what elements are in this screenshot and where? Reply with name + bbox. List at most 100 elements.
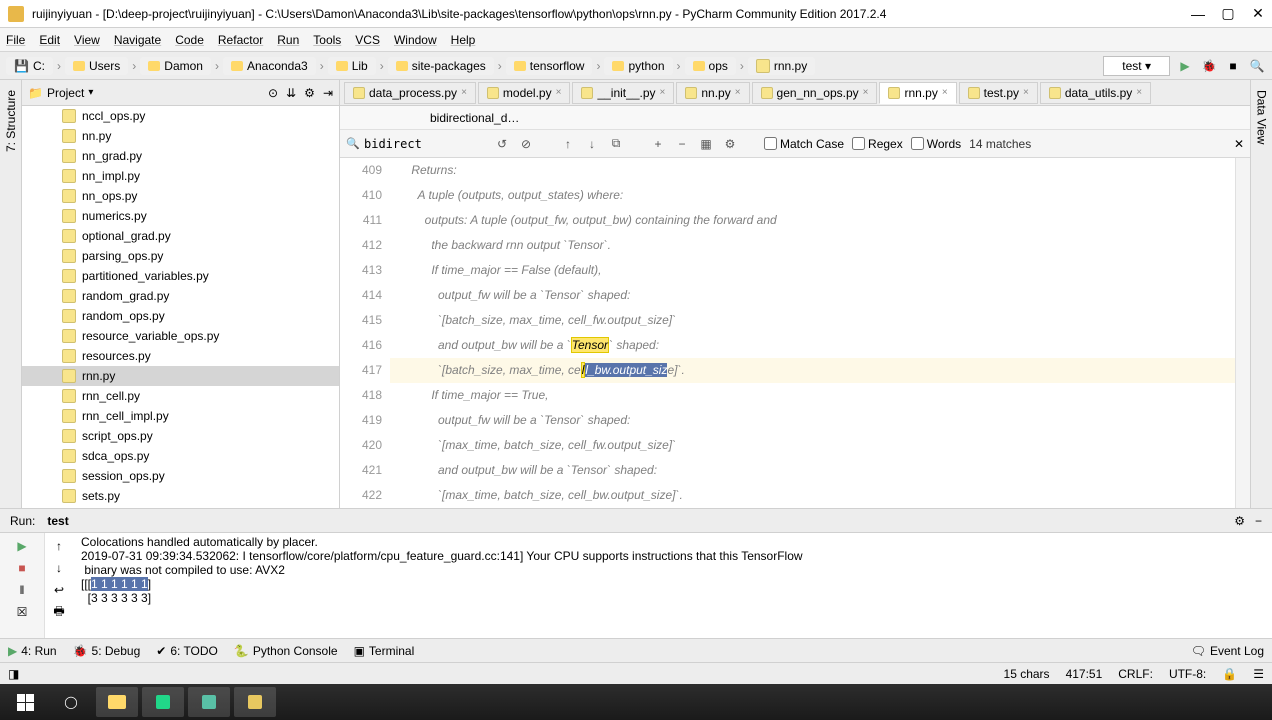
file-item[interactable]: rnn_cell.py <box>22 386 339 406</box>
tab-close-icon[interactable]: × <box>556 87 562 98</box>
file-item[interactable]: rnn_cell_impl.py <box>22 406 339 426</box>
code-line[interactable]: output_fw will be a `Tensor` shaped: <box>390 408 1235 433</box>
file-item[interactable]: partitioned_variables.py <box>22 266 339 286</box>
crumb-tf[interactable]: tensorflow <box>506 57 593 75</box>
regex-check[interactable]: Regex <box>852 137 903 151</box>
taskbar-pycharm[interactable] <box>142 687 184 717</box>
run-button[interactable]: ▶ <box>1176 57 1194 75</box>
code-scrollbar[interactable] <box>1235 158 1250 508</box>
collapse-icon[interactable]: ⇊ <box>286 86 296 100</box>
menu-code[interactable]: Code <box>175 33 204 47</box>
bottom-debug[interactable]: 🐞5: Debug <box>73 644 141 658</box>
locate-icon[interactable]: ⊙ <box>268 86 278 100</box>
tab-close-icon[interactable]: × <box>660 87 666 98</box>
editor-tab[interactable]: data_process.py× <box>344 82 476 104</box>
filter-icon[interactable]: ▦ <box>698 136 714 152</box>
crumb-python[interactable]: python <box>604 57 672 75</box>
taskbar-app3[interactable] <box>188 687 230 717</box>
stop-icon[interactable]: ■ <box>13 559 31 577</box>
soft-wrap-icon[interactable]: ↩ <box>50 581 68 599</box>
file-item[interactable]: random_grad.py <box>22 286 339 306</box>
rerun-icon[interactable]: ▶ <box>13 537 31 555</box>
menu-refactor[interactable]: Refactor <box>218 33 263 47</box>
editor-tab[interactable]: gen_nn_ops.py× <box>752 82 878 104</box>
run-gear-icon[interactable]: ⚙ <box>1234 514 1245 528</box>
crumb-users[interactable]: Users <box>65 57 128 75</box>
debug-button[interactable]: 🐞 <box>1200 57 1218 75</box>
code-line[interactable]: and output_bw will be a `Tensor` shaped: <box>390 458 1235 483</box>
code-line[interactable]: outputs: A tuple (output_fw, output_bw) … <box>390 208 1235 233</box>
settings-icon[interactable]: ⚙ <box>722 136 738 152</box>
menu-file[interactable]: File <box>6 33 25 47</box>
bottom-terminal[interactable]: ▣Terminal <box>354 644 415 658</box>
hide-icon[interactable]: ⇥ <box>323 86 333 100</box>
find-input[interactable] <box>346 137 486 151</box>
menu-vcs[interactable]: VCS <box>355 33 380 47</box>
file-item[interactable]: nn_ops.py <box>22 186 339 206</box>
menu-navigate[interactable]: Navigate <box>114 33 161 47</box>
maximize-icon[interactable]: ▢ <box>1222 8 1234 20</box>
menu-window[interactable]: Window <box>394 33 437 47</box>
status-enc[interactable]: UTF-8: <box>1169 667 1206 681</box>
tab-close-icon[interactable]: × <box>863 87 869 98</box>
status-left-icon[interactable]: ◨ <box>8 667 19 681</box>
tab-close-icon[interactable]: × <box>942 87 948 98</box>
crumb-file[interactable]: rnn.py <box>748 57 815 75</box>
file-item[interactable]: nccl_ops.py <box>22 106 339 126</box>
code-line[interactable]: If time_major == False (default), <box>390 258 1235 283</box>
match-case-checkbox[interactable] <box>764 137 777 150</box>
crumb-sitepkg[interactable]: site-packages <box>388 57 494 75</box>
editor-tab[interactable]: nn.py× <box>676 82 749 104</box>
editor-tab[interactable]: model.py× <box>478 82 571 104</box>
console-output[interactable]: Colocations handled automatically by pla… <box>73 533 1272 638</box>
editor-tab[interactable]: __init__.py× <box>572 82 674 104</box>
editor-tab[interactable]: rnn.py× <box>879 82 956 104</box>
crumb-ops[interactable]: ops <box>685 57 736 75</box>
menu-help[interactable]: Help <box>451 33 476 47</box>
project-title[interactable]: 📁 Project ▾ <box>28 86 268 100</box>
file-item[interactable]: sdca_ops.py <box>22 446 339 466</box>
tab-close-icon[interactable]: × <box>1136 87 1142 98</box>
taskbar-app4[interactable] <box>234 687 276 717</box>
words-checkbox[interactable] <box>911 137 924 150</box>
run-hide-icon[interactable]: − <box>1255 514 1262 528</box>
file-item[interactable]: nn_impl.py <box>22 166 339 186</box>
crumb-drive[interactable]: 💾 C: <box>6 57 53 75</box>
file-item[interactable]: sets.py <box>22 486 339 506</box>
gear-icon[interactable]: ⚙ <box>304 86 315 100</box>
file-item[interactable]: script_ops.py <box>22 426 339 446</box>
taskbar-search[interactable]: ◯ <box>50 687 92 717</box>
code-line[interactable]: A tuple (outputs, output_states) where: <box>390 183 1235 208</box>
code-line[interactable]: output_fw will be a `Tensor` shaped: <box>390 283 1235 308</box>
menu-tools[interactable]: Tools <box>313 33 341 47</box>
tab-close-icon[interactable]: × <box>1023 87 1029 98</box>
editor-tab[interactable]: test.py× <box>959 82 1038 104</box>
bottom-eventlog[interactable]: 🗨Event Log <box>1191 644 1264 658</box>
crumb-damon[interactable]: Damon <box>140 57 211 75</box>
code-line[interactable]: `[max_time, batch_size, cell_bw.output_s… <box>390 483 1235 508</box>
status-eol[interactable]: CRLF: <box>1118 667 1153 681</box>
tab-close-icon[interactable]: × <box>735 87 741 98</box>
file-item[interactable]: random_ops.py <box>22 306 339 326</box>
start-button[interactable] <box>4 687 46 717</box>
close-icon[interactable]: ✕ <box>1252 8 1264 20</box>
exit-icon[interactable]: ☒ <box>13 603 31 621</box>
code-body[interactable]: Returns: A tuple (outputs, output_states… <box>390 158 1235 508</box>
file-item[interactable]: parsing_ops.py <box>22 246 339 266</box>
file-item[interactable]: nn_grad.py <box>22 146 339 166</box>
remove-selection-icon[interactable]: − <box>674 136 690 152</box>
pause-icon[interactable]: ‖ <box>13 581 31 599</box>
clear-icon[interactable]: ⊘ <box>518 136 534 152</box>
print-icon[interactable]: 🖶 <box>50 603 68 621</box>
regex-checkbox[interactable] <box>852 137 865 150</box>
status-more-icon[interactable]: ☰ <box>1253 667 1264 681</box>
file-item[interactable]: numerics.py <box>22 206 339 226</box>
crumb-anaconda[interactable]: Anaconda3 <box>223 57 316 75</box>
tab-close-icon[interactable]: × <box>461 87 467 98</box>
crumb-lib[interactable]: Lib <box>328 57 376 75</box>
run-config-select[interactable]: test ▾ <box>1103 56 1170 76</box>
bottom-run[interactable]: ▶4: Run <box>8 644 57 658</box>
file-item[interactable]: optional_grad.py <box>22 226 339 246</box>
code-line[interactable]: the backward rnn output `Tensor`. <box>390 233 1235 258</box>
bottom-pyconsole[interactable]: 🐍Python Console <box>234 644 338 658</box>
